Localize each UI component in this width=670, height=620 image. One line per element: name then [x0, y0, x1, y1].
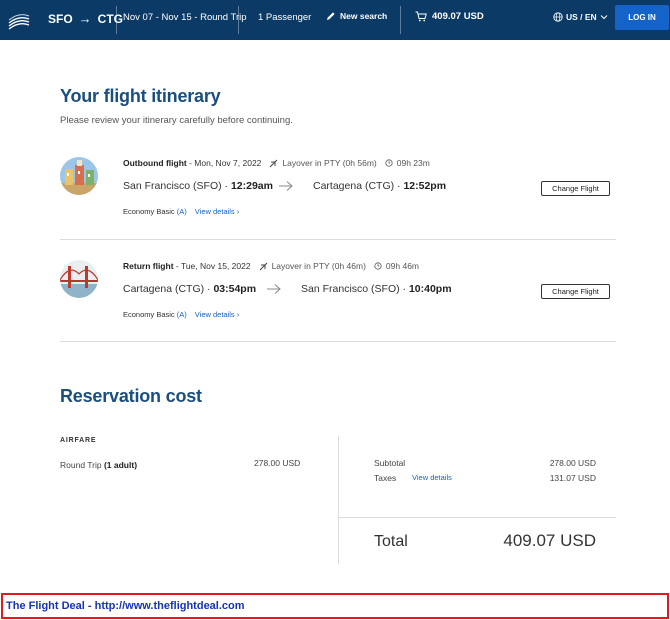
page-subtitle: Please review your itinerary carefully b…	[60, 115, 293, 126]
view-details-link[interactable]: View details ›	[195, 310, 239, 319]
view-details-label: View details	[194, 207, 235, 216]
clock-icon	[385, 159, 393, 167]
cart-summary[interactable]: 409.07 USD	[415, 11, 484, 22]
flight-direction: Outbound flight	[123, 158, 187, 168]
layover-text: Layover in PTY (0h 56m)	[282, 158, 377, 168]
route-summary[interactable]: SFO → CTG	[48, 11, 123, 26]
locale-selector[interactable]: US / EN	[553, 12, 608, 22]
departure-time: 03:54pm	[213, 283, 257, 295]
login-button[interactable]: LOG IN	[615, 5, 669, 30]
departure-time: 12:29am	[230, 180, 273, 192]
total-label: Total	[374, 533, 408, 550]
taxes-amount: 131.07 USD	[549, 473, 596, 483]
watermark-banner: The Flight Deal - http://www.theflightde…	[1, 593, 669, 619]
golden-gate-photo-icon	[60, 260, 98, 298]
fare-class: Economy Basic	[123, 207, 175, 216]
plane-icon	[259, 262, 267, 270]
duration-text: 09h 46m	[385, 261, 420, 271]
view-details-label: View details	[194, 310, 235, 319]
trip-amount: 278.00 USD	[254, 458, 301, 468]
chevron-right-icon: ›	[236, 310, 240, 319]
duration-text: 09h 23m	[396, 158, 430, 168]
fare-code[interactable]: (A)	[177, 310, 187, 319]
cart-icon	[415, 11, 427, 22]
arrival-time: 12:52pm	[403, 180, 447, 192]
globe-icon	[553, 12, 563, 22]
divider	[238, 6, 239, 34]
page-title: Your flight itinerary	[60, 86, 221, 106]
locale-label: US / EN	[566, 12, 597, 22]
origin-code: SFO	[48, 11, 73, 26]
flight-direction: Return flight	[123, 261, 174, 271]
divider	[338, 517, 616, 518]
departure-info: San Francisco (SFO) · 12:29am	[123, 180, 273, 192]
arrival-time: 10:40pm	[408, 283, 452, 295]
total-amount: 409.07 USD	[503, 531, 596, 550]
fare-info: Economy Basic (A) View details ›	[123, 310, 239, 319]
trip-type: Round Trip (1 adult)	[60, 460, 137, 470]
pencil-icon	[327, 12, 335, 20]
arrival-city: San Francisco (SFO)	[301, 283, 400, 295]
arrow-right-icon	[279, 181, 293, 191]
passenger-count[interactable]: 1 Passenger	[258, 12, 311, 23]
layover-info: Layover in PTY (0h 56m)	[269, 158, 377, 168]
chevron-down-icon	[600, 15, 608, 20]
duration-info: 09h 23m	[385, 158, 430, 168]
fare-class: Economy Basic	[123, 310, 175, 319]
flight-date: - Mon, Nov 7, 2022	[189, 158, 262, 168]
airline-logo[interactable]	[6, 7, 32, 33]
view-details-link[interactable]: View details ›	[195, 207, 239, 216]
flight-date: - Tue, Nov 15, 2022	[175, 261, 251, 271]
subtotal-label: Subtotal	[374, 458, 406, 468]
subtotal-amount: 278.00 USD	[549, 458, 596, 468]
taxes-view-details-link[interactable]: View details	[412, 473, 452, 482]
banner-text: The Flight Deal - http://www.theflightde…	[6, 600, 245, 612]
reservation-cost-title: Reservation cost	[60, 386, 202, 406]
separator: ·	[397, 180, 401, 192]
arrival-info: Cartagena (CTG) · 12:52pm	[313, 180, 446, 192]
clock-icon	[374, 262, 382, 270]
layover-info: Layover in PTY (0h 46m)	[259, 261, 366, 271]
trip-passengers: (1 adult)	[103, 460, 138, 470]
cart-total: 409.07 USD	[432, 11, 484, 22]
separator: ·	[402, 283, 407, 295]
arrival-city: Cartagena (CTG)	[313, 180, 395, 192]
fare-code[interactable]: (A)	[177, 207, 187, 216]
arrival-info: San Francisco (SFO) · 10:40pm	[301, 283, 452, 295]
new-search-button[interactable]: New search	[326, 11, 387, 21]
departure-city: Cartagena (CTG)	[123, 283, 205, 295]
destination-photo-icon	[60, 157, 98, 195]
destination-code: CTG	[97, 11, 124, 26]
separator: ·	[224, 180, 229, 192]
departure-city: San Francisco (SFO)	[123, 180, 222, 192]
top-navigation-bar: SFO → CTG Nov 07 - Nov 15 - Round Trip 1…	[0, 0, 670, 40]
plane-icon	[270, 159, 278, 167]
departure-info: Cartagena (CTG) · 03:54pm	[123, 283, 256, 295]
chevron-right-icon: ›	[236, 207, 240, 216]
flight-meta: Return flight - Tue, Nov 15, 2022 Layove…	[123, 261, 419, 271]
duration-info: 09h 46m	[374, 261, 419, 271]
change-flight-button[interactable]: Change Flight	[541, 181, 610, 196]
route-arrow-icon: →	[78, 11, 92, 26]
taxes-label: Taxes	[374, 473, 397, 483]
airfare-heading: AIRFARE	[60, 437, 97, 444]
trip-label: Round Trip	[60, 460, 102, 470]
divider	[60, 239, 616, 240]
arrow-right-icon	[267, 284, 281, 294]
layover-text: Layover in PTY (0h 46m)	[271, 261, 366, 271]
trip-dates[interactable]: Nov 07 - Nov 15 - Round Trip	[123, 12, 247, 23]
divider	[60, 341, 616, 342]
flight-meta: Outbound flight - Mon, Nov 7, 2022 Layov…	[123, 158, 430, 168]
change-flight-button[interactable]: Change Flight	[541, 284, 610, 299]
column-divider	[338, 436, 339, 564]
divider	[116, 6, 117, 34]
separator: ·	[207, 283, 211, 295]
divider	[400, 6, 401, 34]
new-search-label: New search	[340, 11, 388, 21]
fare-info: Economy Basic (A) View details ›	[123, 207, 239, 216]
